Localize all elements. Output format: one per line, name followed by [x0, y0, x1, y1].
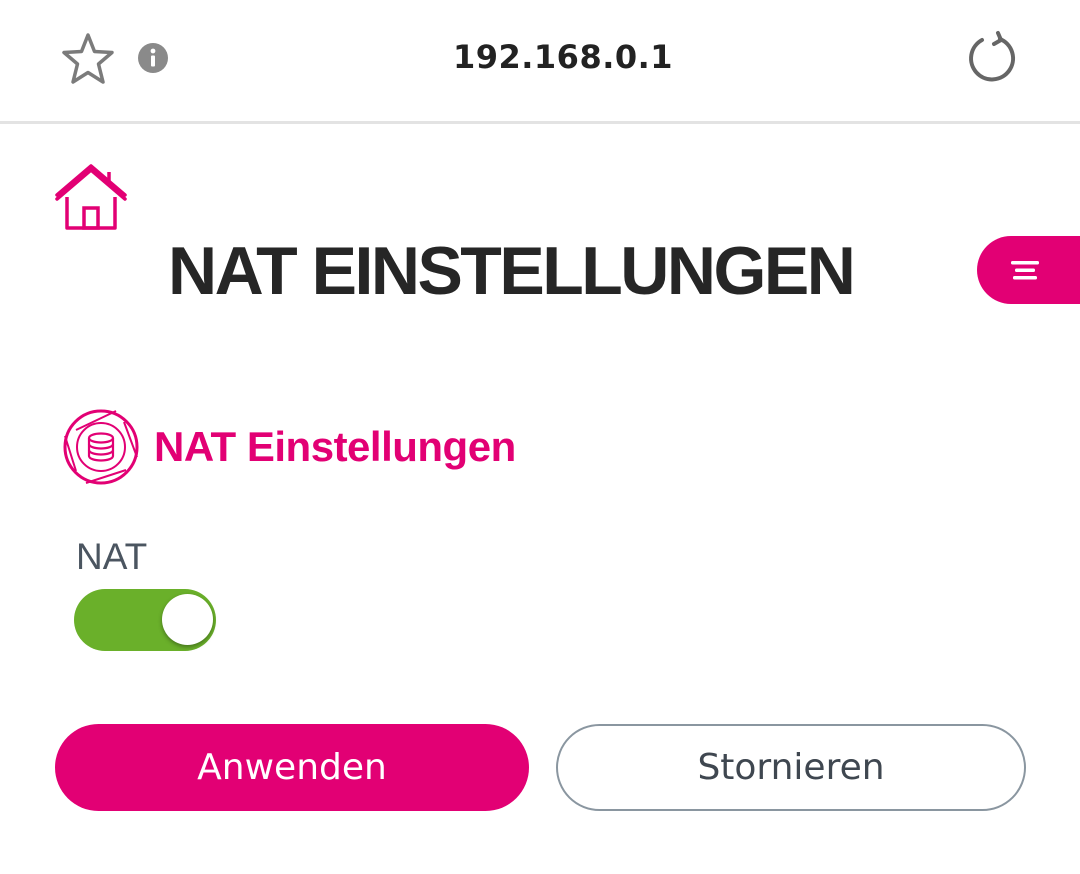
- nat-settings-icon: [62, 408, 140, 486]
- nat-label: NAT: [76, 536, 148, 577]
- reload-icon[interactable]: [962, 30, 1022, 86]
- nat-toggle[interactable]: [74, 589, 216, 651]
- apply-button[interactable]: Anwenden: [55, 724, 529, 811]
- section-title: NAT Einstellungen: [154, 423, 516, 470]
- cancel-button[interactable]: Stornieren: [556, 724, 1026, 811]
- menu-icon: [1011, 261, 1039, 280]
- menu-button[interactable]: [977, 236, 1080, 304]
- browser-address-bar: 192.168.0.1: [0, 0, 1080, 124]
- toggle-knob: [162, 594, 213, 645]
- page-title: NAT EINSTELLUNGEN: [168, 233, 856, 309]
- star-outline-icon[interactable]: [60, 32, 116, 86]
- url-text[interactable]: 192.168.0.1: [400, 38, 726, 76]
- router-settings-page: 192.168.0.1 NAT EINSTELLUNGEN NAT Einste…: [0, 0, 1080, 874]
- info-icon[interactable]: [137, 42, 169, 74]
- home-icon[interactable]: [54, 162, 128, 232]
